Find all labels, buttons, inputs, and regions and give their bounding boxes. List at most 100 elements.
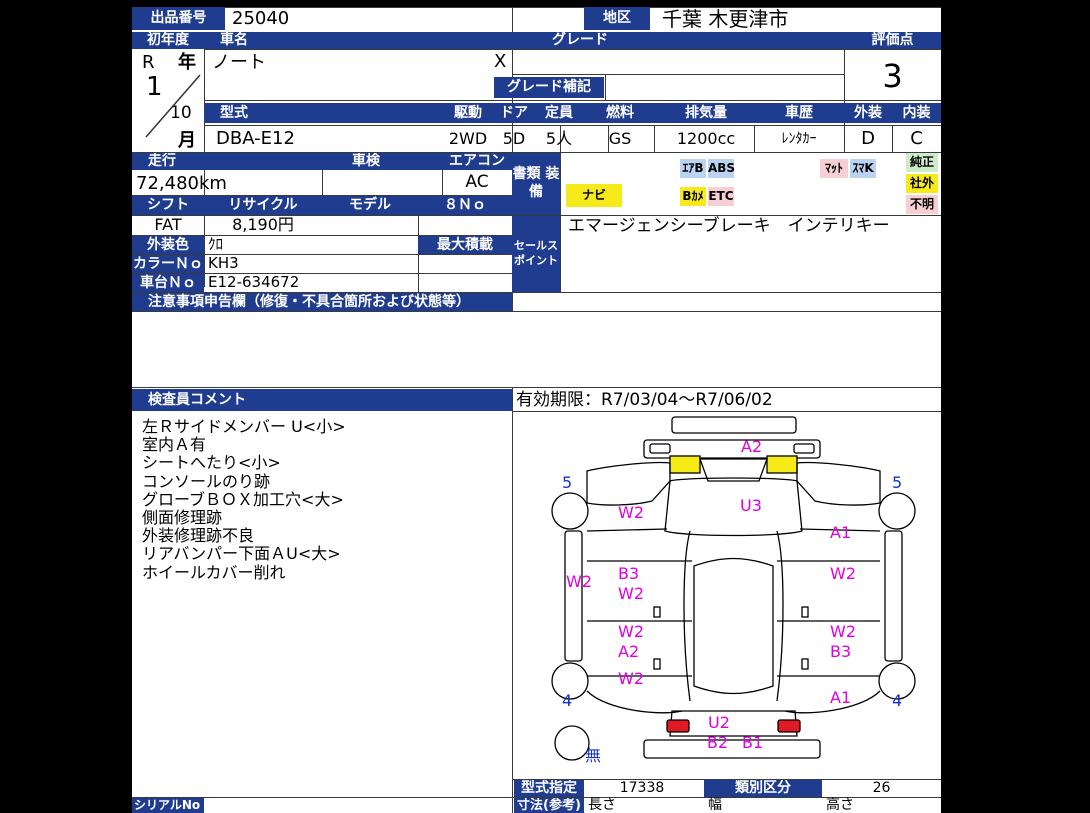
damage-mark: U2 (708, 713, 730, 732)
grade-supplement-label: グレード補記 (494, 77, 604, 98)
aftermarket-badge: 社外 (906, 174, 938, 193)
genuine-badge: 純正 (906, 153, 938, 172)
comment-line: 室内Ａ有 (142, 435, 207, 455)
validity-period: 有効期限：R7/03/04～R7/06/02 (516, 390, 773, 410)
damage-mark: A2 (741, 437, 763, 456)
dimensions-label: 寸法(参考) (514, 798, 584, 813)
model-code-label: 型式 (204, 103, 444, 123)
aircon-value: AC (465, 172, 489, 192)
tire-depth: 5 (562, 473, 573, 492)
tire-depth: 5 (892, 473, 903, 492)
grade-label: グレード (512, 32, 844, 49)
spare-tire-none: 無 (585, 746, 602, 765)
damage-mark: B3 (830, 642, 852, 661)
damage-mark: B1 (742, 733, 764, 752)
recycle-value: 8,190円 (232, 215, 294, 234)
history-value: ﾚﾝﾀｶｰ (781, 131, 817, 147)
inspection-label: 車検 (322, 153, 442, 170)
fuel-value: GS (608, 129, 632, 148)
damage-mark: W2 (618, 584, 644, 603)
aircon-label: エアコン (442, 153, 512, 170)
recycle-label: リサイクル (204, 196, 322, 215)
type-designation-value: 17338 (619, 780, 665, 796)
doors-label: ドア (492, 103, 536, 123)
shift-label: シフト (132, 196, 204, 215)
notes-label: 注意事項申告欄（修復・不具合箇所および状態等） (132, 293, 512, 311)
comment-line: 左Ｒサイドメンバー U<小> (142, 417, 346, 436)
fuel-label: 燃料 (582, 103, 658, 123)
type-designation-label: 型式指定 (514, 780, 584, 797)
exterior-label: 外装 (844, 103, 892, 123)
displacement-label: 排気量 (658, 103, 754, 123)
smart-key-badge: ｽﾏK (850, 159, 876, 178)
category-value: 26 (872, 780, 891, 796)
auction-sheet: 出品番号 25040 地区 千葉 木更津市 初年度 車名 グレード 評価点 R … (132, 7, 941, 813)
chassis-no-value: E12-634672 (208, 273, 300, 291)
first-registration-label: 初年度 (132, 32, 204, 49)
length-label: 長さ (588, 797, 616, 813)
drive-value: 2WD (448, 129, 488, 148)
airbag-badge: ｴｱB (680, 159, 706, 178)
region-value: 千葉 木更津市 (662, 7, 789, 31)
tire-depth: 4 (562, 691, 573, 710)
car-name-label: 車名 (204, 32, 512, 49)
doors-value: 5D (502, 129, 526, 148)
mileage-label: 走行 (132, 153, 322, 170)
lot-number-value: 25040 (232, 8, 290, 29)
back-camera-badge: Bｶﾒ (680, 187, 706, 206)
damage-mark: U3 (740, 496, 762, 515)
color-no-value: KH3 (208, 254, 239, 272)
color-no-label: カラーＮｏ (132, 255, 204, 273)
damage-mark: W2 (830, 622, 856, 641)
interior-value: C (910, 128, 923, 149)
damage-mark: W2 (618, 622, 644, 641)
sales-points-label: セールス ポイント (512, 216, 560, 292)
chassis-short-label: ８Ｎｏ (418, 196, 512, 215)
drive-label: 駆動 (444, 103, 492, 123)
equipment-label: 書類 装備 (512, 153, 560, 215)
damage-mark: W2 (618, 503, 644, 522)
mileage-value: 72,480km (136, 173, 227, 194)
exterior-value: D (861, 128, 875, 149)
exterior-color-value: ｸﾛ (208, 235, 224, 253)
comment-line: ホイールカバー削れ (142, 562, 286, 582)
unknown-badge: 不明 (906, 195, 938, 214)
max-load-label: 最大積載 (418, 236, 512, 254)
displacement-value: 1200cc (676, 129, 736, 148)
interior-label: 内装 (892, 103, 941, 123)
region-label: 地区 (584, 7, 650, 30)
damage-mark: A1 (830, 688, 852, 707)
inspector-comment-label: 検査員コメント (132, 389, 512, 411)
mat-badge: ﾏｯﾄ (820, 159, 848, 178)
damage-mark: W2 (830, 564, 856, 583)
comment-line: 側面修理跡 (142, 508, 223, 527)
shift-value: FAT (154, 215, 182, 234)
score-value: 3 (882, 57, 903, 95)
comment-line: コンソールのり跡 (142, 471, 271, 491)
car-name-value: ノート (212, 52, 266, 73)
model-year-label: モデル (322, 196, 418, 215)
serial-no-label: シリアルNo (132, 798, 204, 813)
category-label: 類別区分 (704, 780, 822, 797)
capacity-label: 定員 (536, 103, 582, 123)
damage-mark: A1 (830, 523, 852, 542)
tire-depth: 4 (892, 691, 903, 710)
exterior-color-label: 外装色 (132, 236, 204, 254)
damage-mark: B2 (707, 733, 729, 752)
abs-badge: ABS (708, 159, 735, 178)
model-code-value: DBA-E12 (216, 128, 295, 149)
etc-badge: ETC (708, 187, 734, 206)
damage-mark: A2 (618, 642, 640, 661)
sales-points-value: エマージェンシーブレーキ インテリキー (568, 216, 890, 236)
navi-badge: ナビ (566, 184, 622, 207)
capacity-value: 5人 (545, 129, 573, 148)
height-label: 高さ (826, 797, 854, 813)
chassis-no-label: 車台Ｎｏ (132, 274, 204, 292)
score-label: 評価点 (844, 32, 941, 49)
comment-line: 外装修理跡不良 (142, 526, 255, 546)
grade-value: X (494, 51, 507, 72)
damage-mark: W2 (566, 572, 592, 591)
width-label: 幅 (708, 797, 722, 813)
damage-mark: W2 (618, 669, 644, 688)
comment-line: シートへたり<小> (142, 453, 281, 473)
